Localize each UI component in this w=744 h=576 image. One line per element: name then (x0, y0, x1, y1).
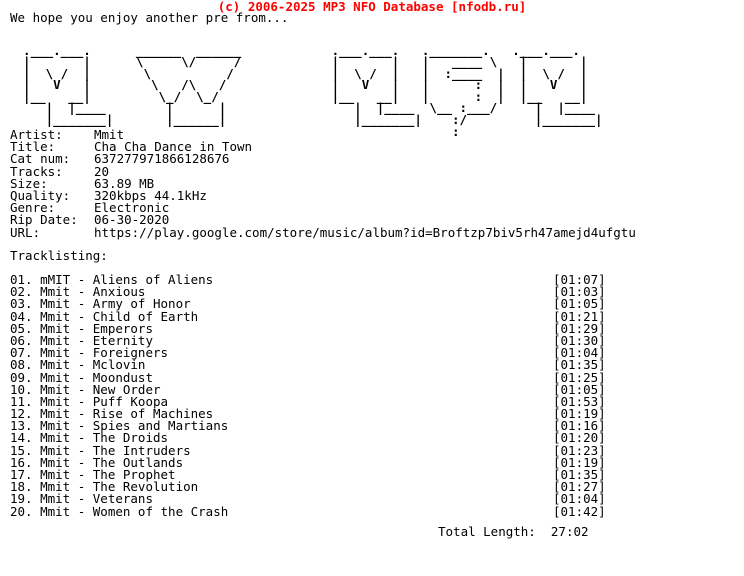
total-length-row: Total Length: 27:02 (438, 524, 589, 539)
info-label: URL: (10, 224, 41, 240)
info-value: https://play.google.com/store/music/albu… (94, 224, 636, 240)
track-label: 20. Mmit - Women of the Crash (10, 503, 229, 519)
track-row: 20. Mmit - Women of the Crash [01:42] (10, 503, 734, 519)
ascii-art-logo: .___.___. ______ ______ .___.___. ._____… (23, 42, 603, 139)
tracklisting-heading: Tracklisting: (10, 248, 108, 263)
info-row: URL: https://play.google.com/store/music/… (10, 224, 636, 240)
track-duration: [01:42] (553, 503, 606, 519)
release-info-block: Artist: Mmit Title: Cha Cha Dance in Town Ca… (10, 128, 636, 240)
nfo-greeting-text: We hope you enjoy another pre from... (10, 10, 289, 25)
total-length-value: 27:02 (550, 524, 589, 539)
info-value: 637277971866128676 (94, 151, 230, 167)
total-length-label: Total Length: (438, 524, 536, 539)
tracklisting-list: 01. mMIT - Aliens of Aliens [01:07] 02. Mm… (10, 273, 734, 519)
